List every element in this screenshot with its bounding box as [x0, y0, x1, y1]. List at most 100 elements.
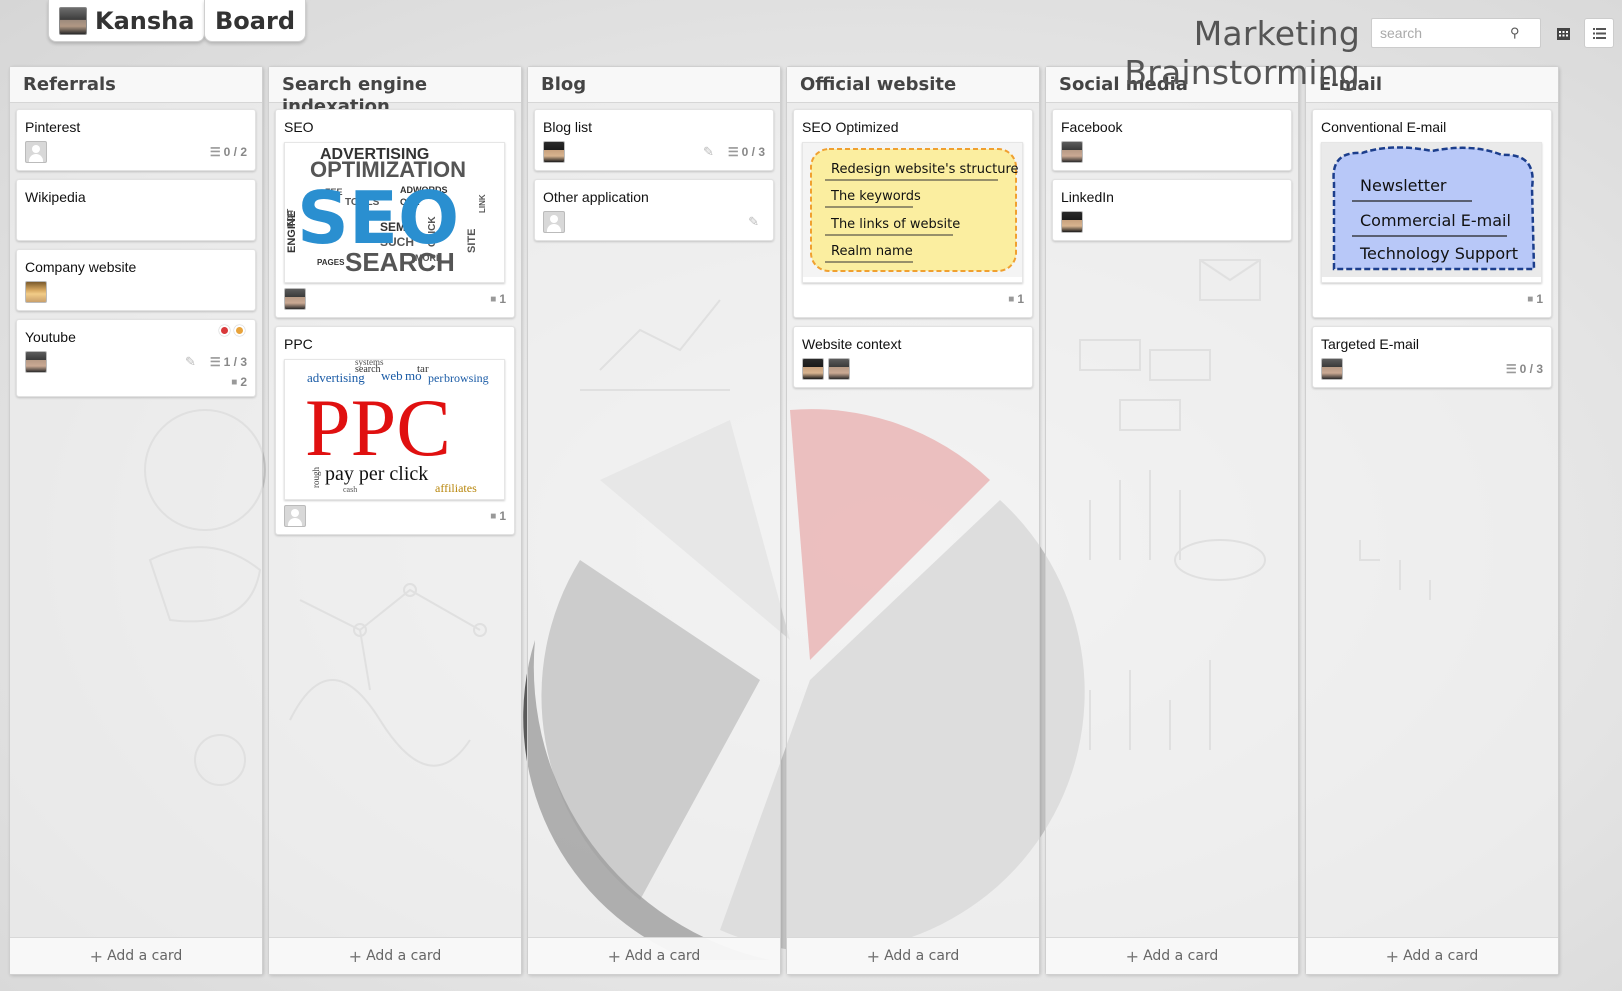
card-cover-image[interactable]: ADVERTISING OPTIMIZATION SEARCH ENGINE SITE T… [284, 142, 505, 283]
card-container: Pinterest ☰ 0 / 2 Wikipedia Company website Y… [10, 103, 262, 411]
card[interactable]: Website context [793, 326, 1033, 388]
attachment-count: 1 [499, 292, 506, 306]
card-footer: ✎ [543, 211, 765, 233]
list-1: Search engine indexation SEO ADVERTISING OP… [268, 66, 522, 975]
member-avatar[interactable] [25, 281, 47, 303]
member-avatar[interactable] [1321, 358, 1343, 380]
list-5: E-mail Conventional E-mail Newsletter Comme… [1305, 66, 1559, 975]
checklist-badge: ☰ 1 / 3 [210, 355, 247, 369]
add-card-button[interactable]: + Add a card [1046, 937, 1298, 974]
card[interactable]: Facebook [1052, 109, 1292, 171]
search-box[interactable]: ⚲ [1371, 18, 1541, 48]
checklist-badge: ☰ 0 / 3 [728, 145, 765, 159]
pencil-icon[interactable]: ✎ [748, 214, 759, 230]
card[interactable]: Blog list ✎ ☰ 0 / 3 [534, 109, 774, 171]
board-tab-label: Board [215, 6, 295, 35]
member-placeholder-avatar[interactable] [25, 141, 47, 163]
card-title: PPC [284, 336, 313, 352]
card-footer: ☰ 0 / 2 [25, 141, 247, 163]
list-view-button[interactable] [1584, 18, 1614, 48]
list-header[interactable]: Search engine indexation [269, 67, 521, 117]
list-2: Blog Blog list ✎ ☰ 0 / 3 Other application ✎ + A… [527, 66, 781, 975]
attachment-badge: ■ 1 [1527, 292, 1543, 306]
document-icon: ■ [490, 510, 497, 522]
card[interactable]: LinkedIn [1052, 179, 1292, 241]
list-4: Social media Facebook LinkedIn + Add a card [1045, 66, 1299, 975]
card-footer: ✎ ☰ 0 / 3 [543, 141, 765, 163]
add-card-label: Add a card [625, 948, 701, 964]
card[interactable]: Other application ✎ [534, 179, 774, 241]
member-avatar[interactable] [284, 288, 306, 310]
add-card-label: Add a card [107, 948, 183, 964]
card-cover-image[interactable]: Redesign website's structure The keywords… [802, 142, 1023, 283]
card-title: Conventional E-mail [1321, 119, 1447, 135]
ppc-sub-text: pay per click [325, 463, 428, 485]
list-icon [1592, 27, 1606, 39]
member-avatar[interactable] [1061, 141, 1083, 163]
email-cloud-image: Newsletter Commercial E-mail Technology Su… [1322, 143, 1541, 277]
add-card-button[interactable]: + Add a card [528, 937, 780, 974]
attachment-count: 1 [499, 509, 506, 523]
card-footer: ■ 1 [284, 288, 506, 310]
add-card-button[interactable]: + Add a card [10, 937, 262, 974]
card-title: Company website [25, 259, 137, 275]
card-cover-image[interactable]: Newsletter Commercial E-mail Technology Su… [1321, 142, 1542, 283]
card-footer-2: ■ 2 [25, 375, 247, 389]
attachment-badge: ■ 2 [231, 375, 247, 389]
card-title: Website context [802, 336, 902, 352]
board-tab[interactable]: Board [204, 0, 306, 42]
member-placeholder-avatar[interactable] [543, 211, 565, 233]
card[interactable]: Conventional E-mail Newsletter Commercial … [1312, 109, 1552, 318]
user-tab[interactable]: Kansha [48, 0, 206, 42]
calendar-view-button[interactable] [1548, 18, 1578, 48]
card-title: Other application [543, 189, 649, 205]
card[interactable]: Targeted E-mail ☰ 0 / 3 [1312, 326, 1552, 388]
card-cover-image[interactable]: advertising search web mo tar per browsing syst… [284, 359, 505, 500]
card-container: SEO ADVERTISING OPTIMIZATION SEARCH ENGINE SI… [269, 103, 521, 549]
cloud-line: Commercial E-mail [1360, 211, 1511, 230]
card[interactable]: Pinterest ☰ 0 / 2 [16, 109, 256, 171]
card[interactable]: Youtube ✎ ☰ 1 / 3 ■ 2 [16, 319, 256, 397]
add-card-button[interactable]: + Add a card [787, 937, 1039, 974]
member-avatar[interactable] [543, 141, 565, 163]
member-avatar[interactable] [828, 358, 850, 380]
card-title: SEO [284, 119, 314, 135]
checklist-count: 1 / 3 [223, 355, 247, 369]
card-title: Facebook [1061, 119, 1123, 135]
pencil-icon[interactable]: ✎ [185, 354, 196, 370]
card-badges: ☰ 0 / 3 [1498, 362, 1543, 376]
plus-icon: + [1385, 946, 1400, 966]
checklist-icon: ☰ [1505, 362, 1517, 376]
card-footer: ■ 1 [1321, 288, 1543, 310]
card-badges: ■ 1 [482, 292, 506, 306]
add-card-button[interactable]: + Add a card [269, 937, 521, 974]
card[interactable]: SEO ADVERTISING OPTIMIZATION SEARCH ENGINE SI… [275, 109, 515, 318]
member-avatar[interactable] [802, 358, 824, 380]
list-header[interactable]: Referrals [10, 67, 262, 103]
add-card-label: Add a card [366, 948, 442, 964]
add-card-label: Add a card [1143, 948, 1219, 964]
card[interactable]: Company website [16, 249, 256, 311]
plus-icon: + [866, 946, 881, 966]
ppc-word-cloud-image: advertisingsearch web motarper browsingsyst… [285, 360, 504, 495]
pencil-icon[interactable]: ✎ [703, 144, 714, 160]
search-input[interactable] [1380, 25, 1510, 41]
card[interactable]: SEO Optimized Redesign website's structur… [793, 109, 1033, 318]
card-title: SEO Optimized [802, 119, 899, 135]
seo-word: LINK [478, 194, 487, 213]
card-title: Blog list [543, 119, 593, 135]
card-footer: ✎ ☰ 1 / 3 [25, 351, 247, 373]
list-header[interactable]: Blog [528, 67, 780, 103]
user-name: Kansha [95, 6, 195, 35]
ppc-word: affiliates [435, 481, 477, 494]
member-avatar[interactable] [25, 351, 47, 373]
add-card-button[interactable]: + Add a card [1306, 937, 1558, 974]
board-title: Marketing Brainstorming [1124, 14, 1360, 92]
checklist-count: 0 / 2 [223, 145, 247, 159]
member-placeholder-avatar[interactable] [284, 505, 306, 527]
magnifier-icon[interactable]: ⚲ [1510, 25, 1520, 41]
card-badges: ■ 1 [482, 509, 506, 523]
member-avatar[interactable] [1061, 211, 1083, 233]
card[interactable]: PPC advertising search web mo tar per browsing s… [275, 326, 515, 535]
card[interactable]: Wikipedia [16, 179, 256, 241]
